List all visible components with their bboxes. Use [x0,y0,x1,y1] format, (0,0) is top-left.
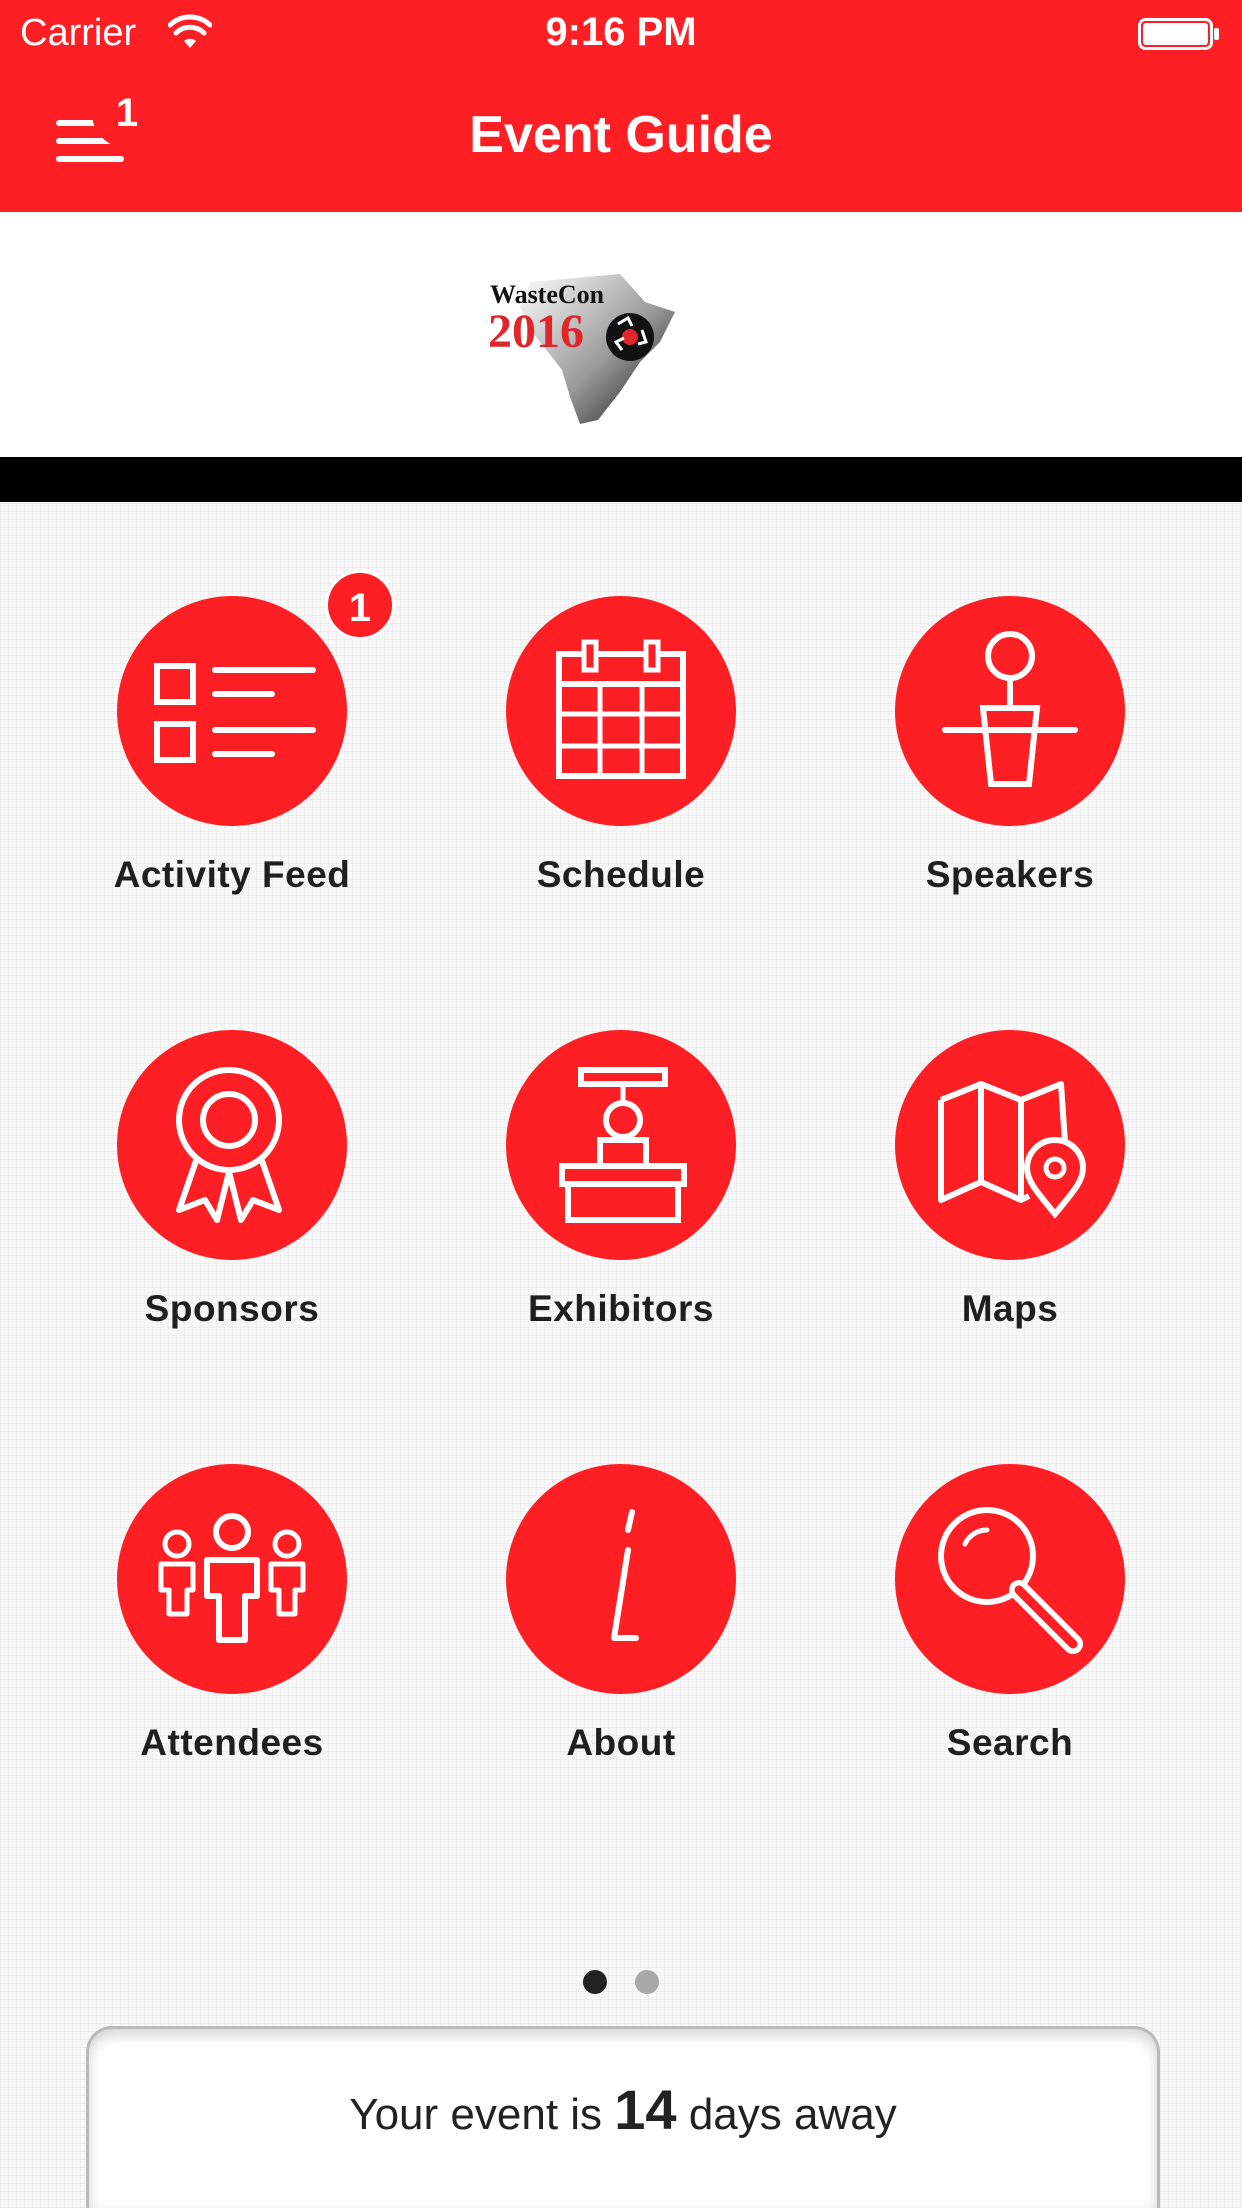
tile-speakers[interactable]: Speakers [860,596,1160,926]
tile-label: Speakers [925,854,1095,895]
tile-sponsors[interactable]: Sponsors [82,1030,382,1360]
event-logo: WasteCon 2016 [470,252,710,442]
countdown-panel: Your event is 14 days away [86,2026,1160,2208]
tile-exhibitors[interactable]: Exhibitors [471,1030,771,1360]
activity-feed-icon [117,596,347,826]
countdown-text: Your event is 14 days away [89,2077,1157,2142]
tile-label: Schedule [536,854,706,895]
top-bar: Carrier 9:16 PM 1 Event Guide [0,0,1242,212]
tile-schedule[interactable]: Schedule [471,596,771,926]
countdown-days: 14 [614,2078,677,2141]
page-title: Event Guide [469,106,773,164]
calendar-icon [506,596,736,826]
dashboard-grid: 1 Activity Feed Schedule Speakers Sponso… [0,502,1242,2208]
tile-label: Activity Feed [113,854,351,895]
people-group-icon [117,1464,347,1694]
page-dot-2[interactable] [635,1970,659,1994]
logo-band: WasteCon 2016 [0,212,1242,457]
tile-label: Attendees [140,1722,324,1763]
activity-feed-badge: 1 [325,570,395,640]
divider-strip [0,457,1242,502]
award-ribbon-icon [117,1030,347,1260]
logo-year: 2016 [488,305,584,358]
tile-label: Search [946,1722,1074,1763]
battery-icon [1138,18,1219,50]
info-icon [506,1464,736,1694]
map-pin-icon [895,1030,1125,1260]
tile-label: Maps [961,1288,1059,1329]
exhibitor-booth-icon [506,1030,736,1260]
tile-label: Exhibitors [528,1288,714,1329]
tile-label: Sponsors [144,1288,320,1329]
tile-about[interactable]: About [471,1464,771,1794]
tile-label: About [566,1722,676,1763]
tile-maps[interactable]: Maps [860,1030,1160,1360]
tile-search[interactable]: Search [860,1464,1160,1794]
speaker-podium-icon [895,596,1125,826]
page-indicator[interactable] [0,1970,1242,1996]
countdown-prefix: Your event is [349,2090,603,2139]
page-dot-1[interactable] [583,1970,607,1994]
countdown-suffix: days away [688,2090,897,2139]
tile-attendees[interactable]: Attendees [82,1464,382,1794]
status-time: 9:16 PM [545,10,697,54]
tile-activity-feed[interactable]: 1 Activity Feed [82,570,395,926]
magnifier-icon [895,1464,1125,1694]
